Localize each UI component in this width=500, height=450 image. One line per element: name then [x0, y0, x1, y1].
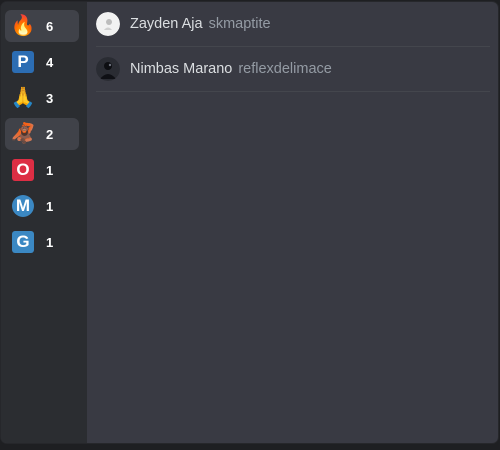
user-avatar-icon[interactable] — [96, 57, 120, 81]
praying-hands-emoji-icon: 🙏 — [10, 87, 36, 109]
m-circle-icon: M — [12, 195, 34, 217]
p-letter-icon: P — [12, 51, 34, 73]
reaction-count: 1 — [46, 162, 54, 178]
user-avatar-icon[interactable] — [96, 12, 120, 36]
reaction-count: 2 — [46, 126, 54, 142]
reaction-orangutan[interactable]: 🦧 2 — [5, 118, 79, 150]
reaction-sidebar: 🔥 6 P 4 🙏 3 🦧 2 O 1 M 1 G 1 — [1, 2, 87, 443]
reaction-count: 1 — [46, 234, 54, 250]
user-display-name[interactable]: Nimbas Marano — [130, 61, 232, 77]
reaction-o[interactable]: O 1 — [5, 154, 79, 186]
user-username: reflexdelimace — [238, 61, 332, 77]
reaction-count: 3 — [46, 90, 54, 106]
reaction-pray[interactable]: 🙏 3 — [5, 82, 79, 114]
user-username: skmaptite — [208, 16, 271, 32]
reaction-p[interactable]: P 4 — [5, 46, 79, 78]
reaction-user-list: Zayden Aja skmaptite Nimbas Marano refle… — [96, 2, 490, 92]
reaction-g[interactable]: G 1 — [5, 226, 79, 258]
orangutan-emoji-icon: 🦧 — [10, 123, 36, 145]
o-letter-icon: O — [12, 159, 34, 181]
reaction-count: 4 — [46, 54, 54, 70]
reaction-m[interactable]: M 1 — [5, 190, 79, 222]
reaction-fire[interactable]: 🔥 6 — [5, 10, 79, 42]
reaction-count: 6 — [46, 18, 54, 34]
user-row[interactable]: Nimbas Marano reflexdelimace — [96, 47, 490, 92]
fire-emoji-icon: 🔥 — [10, 15, 36, 37]
reaction-count: 1 — [46, 198, 54, 214]
g-letter-icon: G — [12, 231, 34, 253]
reactions-panel: 🔥 6 P 4 🙏 3 🦧 2 O 1 M 1 G 1 Zayden Aja s… — [1, 2, 498, 443]
user-display-name[interactable]: Zayden Aja — [130, 16, 203, 32]
user-row[interactable]: Zayden Aja skmaptite — [96, 2, 490, 47]
